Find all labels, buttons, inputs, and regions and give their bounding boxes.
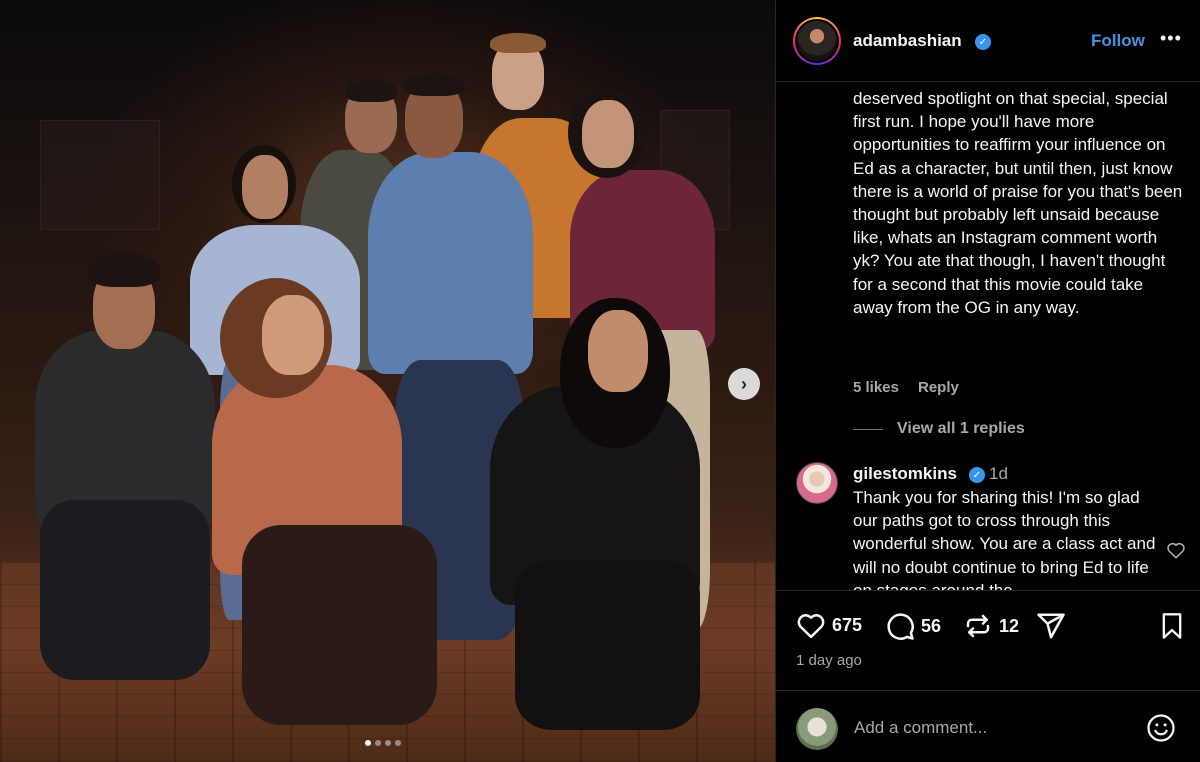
comment-action[interactable]: 56: [885, 611, 941, 641]
commenter-username[interactable]: gilestomkins: [853, 464, 957, 484]
post-photo[interactable]: ›: [0, 0, 775, 762]
post-date[interactable]: 1 day ago: [796, 652, 862, 669]
backdrop-panel: [40, 120, 160, 230]
bookmark-icon[interactable]: [1159, 612, 1185, 640]
verified-badge-icon: ✓: [975, 34, 991, 50]
post-actions: 675 56 12 1 day ago: [776, 590, 1200, 690]
current-user-avatar: [796, 708, 838, 750]
avatar-image: [797, 21, 837, 61]
comment-likes[interactable]: 5 likes: [853, 379, 899, 396]
comments-list[interactable]: deserved spotlight on that special, spec…: [776, 82, 1200, 590]
author-avatar[interactable]: [793, 17, 841, 65]
carousel-dot[interactable]: [365, 740, 371, 746]
comment-text: deserved spotlight on that special, spec…: [853, 89, 1183, 317]
comment-text: Thank you for sharing this! I'm so glad …: [853, 488, 1156, 590]
comments-count: 56: [921, 615, 942, 636]
post-side-panel: adambashian ✓ Follow ••• deserved spotli…: [775, 0, 1200, 762]
comment-like-heart-icon[interactable]: [1166, 541, 1186, 559]
heart-icon: [797, 614, 825, 639]
view-replies-label: View all 1 replies: [897, 420, 1025, 437]
commenter-avatar[interactable]: [796, 462, 838, 504]
carousel-dot[interactable]: [385, 740, 391, 746]
chevron-right-icon: ›: [741, 373, 747, 394]
share-action[interactable]: [1035, 611, 1067, 641]
comment-time: 1d: [989, 464, 1008, 483]
share-icon: [1037, 613, 1065, 639]
verified-badge-icon: ✓: [969, 467, 985, 483]
carousel-dot[interactable]: [375, 740, 381, 746]
comment-icon: [887, 613, 914, 640]
divider-line: [853, 428, 883, 430]
comment-input[interactable]: Add a comment...: [854, 718, 987, 738]
carousel-next-button[interactable]: ›: [728, 368, 760, 400]
repost-icon: [966, 614, 990, 638]
follow-button[interactable]: Follow: [1091, 31, 1145, 51]
repost-action[interactable]: 12: [963, 611, 1019, 641]
post-header: adambashian ✓ Follow •••: [776, 0, 1200, 82]
reply-button[interactable]: Reply: [918, 379, 959, 396]
like-action[interactable]: 675: [796, 611, 862, 639]
view-replies-button[interactable]: View all 1 replies: [853, 420, 1025, 438]
reposts-count: 12: [999, 615, 1020, 636]
more-options-icon[interactable]: •••: [1160, 28, 1182, 49]
carousel-dot[interactable]: [395, 740, 401, 746]
add-comment-bar: Add a comment...: [776, 690, 1200, 762]
author-username[interactable]: adambashian: [853, 31, 962, 51]
likes-count: 675: [832, 614, 863, 635]
emoji-icon[interactable]: [1146, 713, 1176, 743]
carousel-dots: [365, 740, 401, 746]
